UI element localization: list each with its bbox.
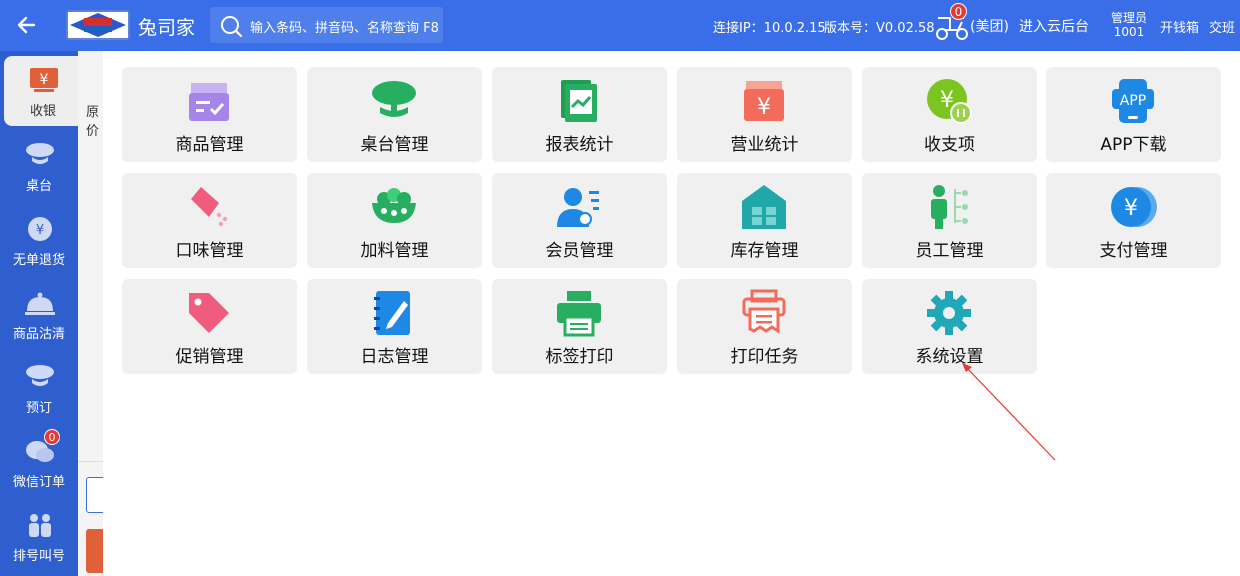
cloud-backend-link[interactable]: 进入云后台 — [1019, 16, 1089, 36]
label-print-icon — [557, 291, 601, 337]
staff-icon — [931, 185, 968, 229]
tile-system-settings[interactable]: 系统设置 — [862, 279, 1037, 374]
tile-label: 员工管理 — [915, 241, 984, 261]
topping-icon — [372, 188, 416, 223]
admin-role: 管理员 — [1110, 11, 1147, 25]
wechat-order-badge: 0 — [44, 429, 60, 445]
settings-icon — [927, 291, 971, 335]
tile-label: 营业统计 — [730, 135, 799, 155]
member-icon — [557, 188, 599, 227]
sidebar: ¥ 收银 桌台 ¥ 无单退货 商品沽清 预订 0 微信订单 排号叫号 — [0, 51, 78, 576]
delivery-badge: 0 — [950, 3, 967, 20]
tile-report-statistics[interactable]: 报表统计 — [492, 67, 667, 162]
tile-product-management[interactable]: 商品管理 — [122, 67, 297, 162]
tile-label: 报表统计 — [545, 135, 614, 155]
tile-label-print[interactable]: 标签打印 — [492, 279, 667, 374]
sidebar-item-wechat[interactable]: 0 微信订单 — [0, 427, 78, 497]
back-arrow-icon[interactable] — [14, 12, 40, 38]
tile-inventory-management[interactable]: 库存管理 — [677, 173, 852, 268]
tile-label: 加料管理 — [360, 241, 429, 261]
tile-label: 支付管理 — [1099, 241, 1168, 261]
svg-text:¥: ¥ — [40, 72, 49, 88]
tile-flavor-management[interactable]: 口味管理 — [122, 173, 297, 268]
tile-payment-management[interactable]: ¥ 支付管理 — [1046, 173, 1221, 268]
cashier-icon: ¥ — [30, 68, 58, 92]
tile-label: 库存管理 — [730, 241, 799, 261]
search-icon — [221, 16, 243, 38]
income-expense-icon: ¥ — [927, 79, 972, 124]
sidebar-item-soldout[interactable]: 商品沽清 — [0, 279, 78, 349]
tile-log-management[interactable]: 日志管理 — [307, 279, 482, 374]
admin-info: 管理员 1001 — [1106, 11, 1152, 39]
svg-text:¥: ¥ — [1124, 196, 1138, 221]
brand-logo — [66, 10, 130, 40]
report-icon — [561, 80, 597, 122]
tile-promotion-management[interactable]: 促销管理 — [122, 279, 297, 374]
meituan-label[interactable]: (美团) — [970, 16, 1009, 36]
payment-icon: ¥ — [1111, 187, 1157, 227]
log-icon — [374, 291, 410, 335]
tile-table-management[interactable]: 桌台管理 — [307, 67, 482, 162]
queue-icon — [29, 514, 51, 537]
svg-text:¥: ¥ — [36, 223, 44, 238]
version-label: 版本号：V0.02.58 — [824, 21, 935, 36]
tile-label: 会员管理 — [545, 241, 614, 261]
tile-member-management[interactable]: 会员管理 — [492, 173, 667, 268]
sidebar-item-refund[interactable]: ¥ 无单退货 — [0, 205, 78, 275]
flavor-icon — [191, 187, 228, 227]
tile-income-expense[interactable]: ¥ 收支项 — [862, 67, 1037, 162]
promotion-icon — [189, 293, 229, 333]
tile-app-download[interactable]: APP APP下载 — [1046, 67, 1221, 162]
tile-topping-management[interactable]: 加料管理 — [307, 173, 482, 268]
cash-drawer-button[interactable]: 开钱箱 — [1160, 17, 1199, 36]
app-icon: APP — [1112, 79, 1154, 123]
search-placeholder: 输入条码、拼音码、名称查询 F8 — [250, 21, 439, 36]
tile-label: 口味管理 — [175, 241, 244, 261]
tile-label: 收支项 — [924, 135, 975, 155]
sidebar-item-reserve[interactable]: 预订 — [0, 353, 78, 423]
cloche-icon — [25, 292, 55, 315]
tile-label: 桌台管理 — [360, 135, 429, 155]
print-task-icon — [742, 289, 786, 334]
connect-ip: 连接IP：10.0.2.15 — [713, 21, 826, 36]
tile-label: 系统设置 — [915, 347, 984, 367]
more-functions-panel: 商品管理 桌台管理 报表统计 ¥ 营业统计 ¥ 收支项 APP APP下载 口味… — [103, 51, 1240, 576]
svg-text:APP: APP — [1120, 93, 1146, 109]
revenue-icon: ¥ — [744, 81, 784, 121]
top-bar: 兔司家 输入条码、拼音码、名称查询 F8 连接IP：10.0.2.15 版本号：… — [0, 0, 1240, 51]
tile-label: 打印任务 — [730, 347, 799, 367]
tile-revenue-statistics[interactable]: ¥ 营业统计 — [677, 67, 852, 162]
app-title: 兔司家 — [138, 17, 196, 39]
tile-label: 商品管理 — [175, 135, 244, 155]
refund-icon: ¥ — [28, 217, 52, 241]
table-icon — [26, 143, 54, 164]
product-icon — [189, 83, 229, 121]
inventory-icon — [742, 185, 786, 229]
sidebar-item-queue[interactable]: 排号叫号 — [0, 501, 78, 571]
tile-label: 促销管理 — [175, 347, 244, 367]
svg-text:¥: ¥ — [757, 95, 771, 120]
tile-label: APP下载 — [1100, 135, 1167, 155]
search-box[interactable]: 输入条码、拼音码、名称查询 F8 — [210, 7, 443, 43]
tile-label: 日志管理 — [360, 347, 429, 367]
tile-staff-management[interactable]: 员工管理 — [862, 173, 1037, 268]
reserve-icon — [26, 365, 54, 386]
tile-print-task[interactable]: 打印任务 — [677, 279, 852, 374]
sidebar-item-table[interactable]: 桌台 — [0, 131, 78, 201]
sidebar-item-cashier[interactable]: ¥ 收银 — [4, 56, 78, 126]
handover-button[interactable]: 交班 — [1209, 17, 1235, 36]
tile-label: 标签打印 — [545, 347, 614, 367]
admin-id: 1001 — [1113, 25, 1145, 39]
table-icon — [372, 81, 416, 117]
